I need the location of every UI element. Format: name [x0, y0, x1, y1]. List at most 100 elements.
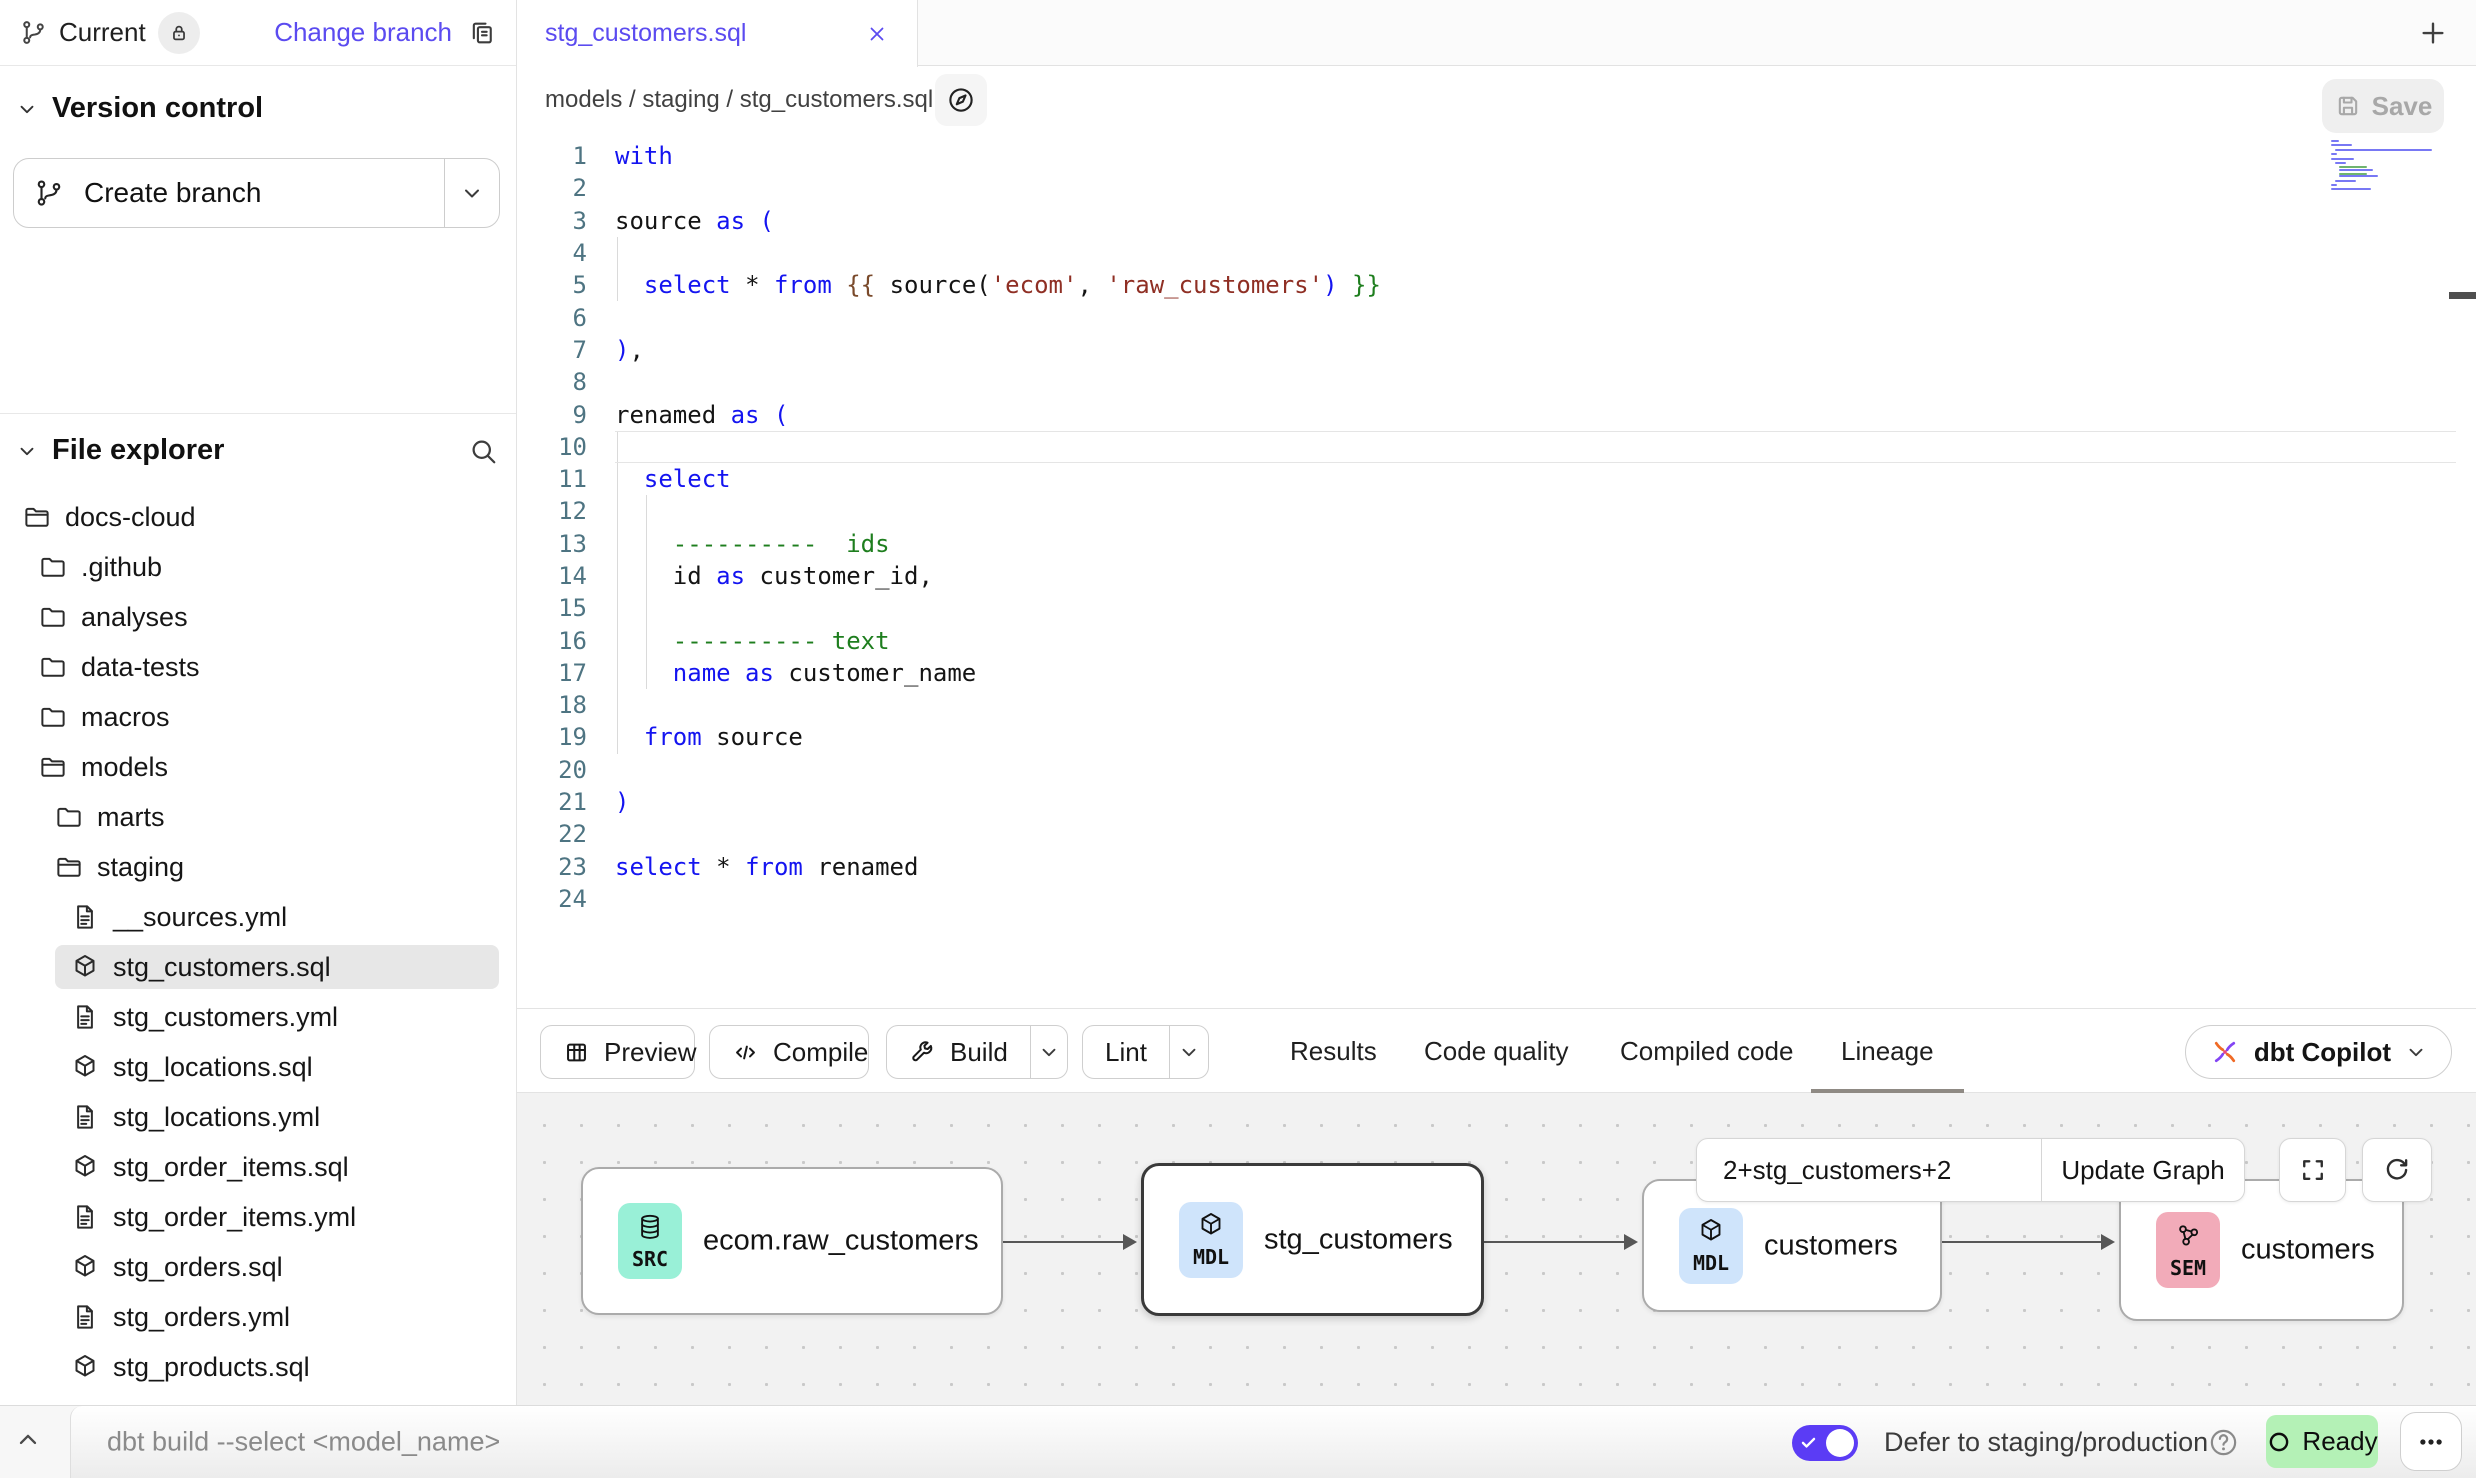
- tab-compiled-code[interactable]: Compiled code: [1620, 1009, 1793, 1093]
- editor-minimap[interactable]: [2331, 140, 2446, 200]
- node-type-label: SRC: [632, 1247, 668, 1271]
- minimap-line: [2331, 158, 2354, 160]
- tree-item[interactable]: stg_locations.sql: [0, 1042, 516, 1092]
- code-line: 16 ---------- text: [518, 624, 2476, 656]
- defer-label: Defer to staging/production: [1884, 1406, 2208, 1478]
- code-line: 7),: [518, 334, 2476, 366]
- refresh-button[interactable]: [2362, 1138, 2432, 1202]
- navigate-lineage-button[interactable]: [935, 74, 987, 126]
- save-button[interactable]: Save: [2322, 79, 2444, 133]
- tree-item[interactable]: __sources.yml: [0, 892, 516, 942]
- tree-item[interactable]: staging: [0, 842, 516, 892]
- more-options-button[interactable]: [2400, 1412, 2462, 1471]
- tab-lineage[interactable]: Lineage: [1841, 1009, 1934, 1093]
- build-button[interactable]: Build: [886, 1025, 1068, 1079]
- update-graph-button[interactable]: Update Graph: [2042, 1139, 2244, 1201]
- scrollbar-thumb[interactable]: [2449, 292, 2476, 299]
- code-line-content: [615, 754, 2456, 786]
- lineage-edge: [1942, 1241, 2111, 1243]
- lineage-canvas[interactable]: SRCecom.raw_customersMDLstg_customersMDL…: [517, 1093, 2476, 1405]
- code-line: 17 name as customer_name: [518, 657, 2476, 689]
- line-number: 14: [518, 562, 601, 590]
- close-icon[interactable]: [865, 22, 889, 46]
- chevron-down-icon[interactable]: [16, 440, 38, 462]
- tree-item[interactable]: macros: [0, 692, 516, 742]
- create-branch-dropdown[interactable]: [445, 159, 499, 227]
- indent-guide: [646, 528, 647, 560]
- tree-item[interactable]: stg_orders.sql: [0, 1242, 516, 1292]
- lint-button[interactable]: Lint: [1082, 1025, 1209, 1079]
- lineage-node[interactable]: SRCecom.raw_customers: [581, 1167, 1003, 1315]
- command-input[interactable]: dbt build --select <model_name>: [107, 1427, 500, 1458]
- compile-button[interactable]: Compile: [709, 1025, 869, 1079]
- new-tab-icon[interactable]: [2418, 18, 2448, 48]
- indent-guide: [646, 560, 647, 592]
- tree-item-label: stg_customers.yml: [113, 1002, 338, 1033]
- help-icon[interactable]: [2208, 1427, 2239, 1458]
- code-token: [760, 271, 774, 299]
- code-line-content: [615, 818, 2456, 850]
- branch-locked-chip: [158, 12, 200, 54]
- sidebar-divider: [0, 413, 516, 414]
- fullscreen-button[interactable]: [2279, 1138, 2346, 1202]
- create-branch-button[interactable]: Create branch: [13, 158, 500, 228]
- tab-stg-customers-sql[interactable]: stg_customers.sql: [517, 0, 918, 67]
- tree-item[interactable]: models: [0, 742, 516, 792]
- indent-guide: [617, 495, 618, 527]
- tree-item-label: staging: [97, 852, 184, 883]
- code-token: [615, 627, 673, 655]
- status-bar: dbt build --select <model_name> Defer to…: [0, 1405, 2476, 1478]
- minimap-line: [2335, 180, 2356, 182]
- create-branch-label: Create branch: [84, 177, 261, 209]
- build-dropdown[interactable]: [1030, 1026, 1067, 1078]
- code-line: 18: [518, 689, 2476, 721]
- tree-item[interactable]: stg_locations.yml: [0, 1092, 516, 1142]
- file-tree: docs-cloud.githubanalysesdata-tests macro…: [0, 492, 516, 1392]
- chevron-down-icon[interactable]: [16, 98, 38, 120]
- tree-item[interactable]: analyses: [0, 592, 516, 642]
- line-number: 23: [518, 853, 601, 881]
- preview-button[interactable]: Preview: [540, 1025, 695, 1079]
- tree-item-label: macros: [81, 702, 170, 733]
- tree-item[interactable]: stg_order_items.yml: [0, 1192, 516, 1242]
- sidebar: Current Change branch Version control Cr…: [0, 0, 517, 1405]
- folder-icon: [38, 602, 68, 632]
- node-label: stg_customers: [1264, 1223, 1453, 1256]
- indent-guide: [646, 657, 647, 689]
- line-number: 16: [518, 627, 601, 655]
- lint-dropdown[interactable]: [1169, 1026, 1208, 1078]
- tab-code-quality[interactable]: Code quality: [1424, 1009, 1569, 1093]
- code-line: 3source as (: [518, 205, 2476, 237]
- build-label: Build: [950, 1037, 1008, 1068]
- line-number: 24: [518, 885, 601, 913]
- change-branch-link[interactable]: Change branch: [274, 17, 452, 48]
- chevron-down-icon: [2405, 1041, 2427, 1063]
- code-token: renamed: [817, 853, 918, 881]
- tree-item[interactable]: stg_orders.yml: [0, 1292, 516, 1342]
- code-editor[interactable]: 1with23source as (45 select * from {{ so…: [518, 133, 2476, 1008]
- tree-item[interactable]: stg_order_items.sql: [0, 1142, 516, 1192]
- search-icon[interactable]: [468, 436, 498, 466]
- status-badge[interactable]: Ready: [2266, 1415, 2378, 1468]
- defer-toggle[interactable]: [1792, 1425, 1858, 1461]
- tree-item[interactable]: docs-cloud: [0, 492, 516, 542]
- code-token: customer_name: [788, 659, 976, 687]
- code-token: as: [731, 401, 760, 429]
- lineage-selector-input[interactable]: 2+stg_customers+2: [1697, 1139, 2042, 1201]
- tree-item-label: __sources.yml: [113, 902, 287, 933]
- chevron-up-icon[interactable]: [14, 1426, 42, 1454]
- tree-item[interactable]: .github: [0, 542, 516, 592]
- copy-icon[interactable]: [468, 19, 496, 47]
- lineage-node[interactable]: MDLstg_customers: [1141, 1163, 1484, 1316]
- tree-item[interactable]: stg_products.sql: [0, 1342, 516, 1392]
- create-branch-main[interactable]: Create branch: [14, 159, 445, 227]
- tree-item[interactable]: stg_customers.yml: [0, 992, 516, 1042]
- tree-item[interactable]: stg_customers.sql: [0, 942, 516, 992]
- code-token: as: [716, 207, 745, 235]
- code-line-content: ),: [615, 334, 2456, 366]
- tree-item[interactable]: data-tests: [0, 642, 516, 692]
- dbt-copilot-button[interactable]: dbt Copilot: [2185, 1025, 2452, 1079]
- tree-item[interactable]: marts: [0, 792, 516, 842]
- tab-results[interactable]: Results: [1290, 1009, 1377, 1093]
- line-number: 9: [518, 401, 601, 429]
